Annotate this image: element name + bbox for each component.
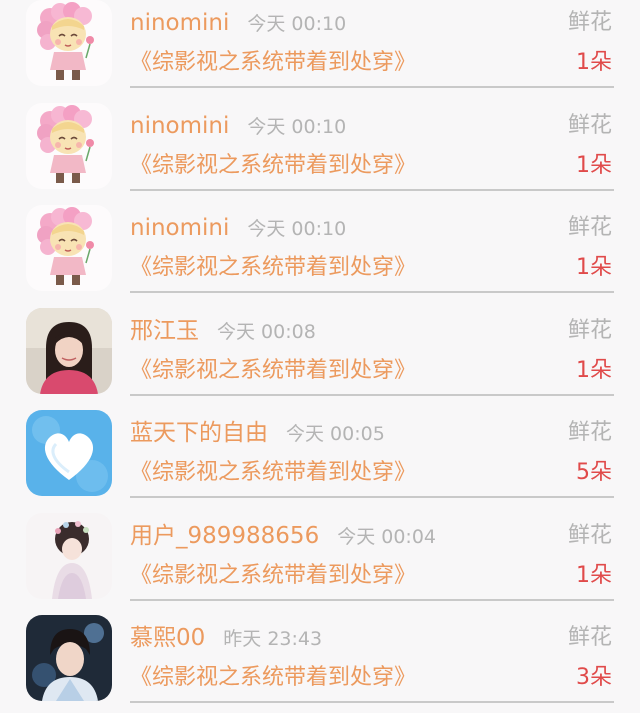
timestamp: 今天 00:04: [337, 526, 436, 548]
row-divider: [130, 701, 614, 703]
gift-count: 1朵: [576, 255, 612, 280]
username-line: 慕熙00 昨天 23:43: [130, 623, 322, 654]
gift-count: 1朵: [576, 50, 612, 75]
gift-record-row[interactable]: 邢江玉 今天 00:08 鲜花《综影视之系统带着到处穿》 1朵: [0, 308, 640, 411]
username[interactable]: ninomini: [130, 113, 229, 139]
gift-type-label: 鲜花: [567, 625, 612, 650]
username[interactable]: ninomini: [130, 10, 229, 36]
cartoon-girl-avatar[interactable]: [26, 205, 112, 291]
username-line: ninomini 今天 00:10: [130, 213, 346, 244]
cartoon-girl-avatar[interactable]: [26, 0, 112, 86]
timestamp: 昨天 23:43: [223, 628, 323, 650]
username-line: ninomini 今天 00:10: [130, 8, 346, 39]
cartoon-girl-avatar[interactable]: [26, 103, 112, 189]
gift-count: 1朵: [576, 358, 612, 383]
username-line: ninomini 今天 00:10: [130, 111, 346, 142]
row-divider: [130, 496, 614, 498]
book-title[interactable]: 《综影视之系统带着到处穿》: [130, 561, 416, 591]
book-title[interactable]: 《综影视之系统带着到处穿》: [130, 663, 416, 693]
book-title[interactable]: 《综影视之系统带着到处穿》: [130, 253, 416, 283]
book-title[interactable]: 《综影视之系统带着到处穿》: [130, 151, 416, 181]
timestamp: 今天 00:08: [217, 321, 316, 343]
username[interactable]: ninomini: [130, 215, 229, 241]
row-divider: [130, 189, 614, 191]
illustrated-girl-avatar[interactable]: [26, 513, 112, 599]
gift-type-label: 鲜花: [567, 10, 612, 35]
gift-count: 1朵: [576, 153, 612, 178]
username-line: 用户_989988656 今天 00:04: [130, 521, 436, 552]
row-divider: [130, 394, 614, 396]
row-divider: [130, 291, 614, 293]
gift-type-label: 鲜花: [567, 420, 612, 445]
timestamp: 今天 00:10: [247, 218, 347, 240]
book-title[interactable]: 《综影视之系统带着到处穿》: [130, 48, 416, 78]
gift-count: 5朵: [576, 460, 612, 485]
username[interactable]: 蓝天下的自由: [130, 420, 268, 446]
row-divider: [130, 86, 614, 88]
book-title[interactable]: 《综影视之系统带着到处穿》: [130, 356, 416, 386]
gift-count: 1朵: [576, 563, 612, 588]
row-divider: [130, 599, 614, 601]
gift-type-label: 鲜花: [567, 318, 612, 343]
username-line: 邢江玉 今天 00:08: [130, 316, 316, 347]
gift-record-row[interactable]: 蓝天下的自由 今天 00:05 鲜花《综影视之系统带着到处穿》 5朵: [0, 410, 640, 513]
timestamp: 今天 00:10: [247, 116, 347, 138]
username[interactable]: 邢江玉: [130, 318, 199, 344]
gift-count: 3朵: [576, 665, 612, 690]
gift-type-label: 鲜花: [567, 113, 612, 138]
photo-boy-avatar[interactable]: [26, 615, 112, 701]
gift-record-row[interactable]: ninomini 今天 00:10 鲜花《综影视之系统带着到处穿》 1朵: [0, 205, 640, 308]
username[interactable]: 慕熙00: [130, 625, 205, 651]
gift-type-label: 鲜花: [567, 215, 612, 240]
gift-record-list: ninomini 今天 00:10 鲜花 《综影视之系统带着到处穿》 1朵 ninomi…: [0, 0, 640, 713]
username[interactable]: 用户_989988656: [130, 523, 319, 549]
gift-record-row[interactable]: ninomini 今天 00:10 鲜花《综影视之系统带着到处穿》 1朵: [0, 103, 640, 206]
timestamp: 今天 00:05: [286, 423, 385, 445]
photo-girl-avatar[interactable]: [26, 308, 112, 394]
gift-record-row[interactable]: 用户_989988656 今天 00:04 鲜花《综影视之系统带着到处穿》 1朵: [0, 513, 640, 616]
username-line: 蓝天下的自由 今天 00:05: [130, 418, 385, 449]
book-title[interactable]: 《综影视之系统带着到处穿》: [130, 458, 416, 488]
heart-cloud-avatar[interactable]: [26, 410, 112, 496]
timestamp: 今天 00:10: [247, 13, 347, 35]
gift-record-row[interactable]: ninomini 今天 00:10 鲜花《综影视之系统带着到处穿》 1朵: [0, 0, 640, 103]
gift-type-label: 鲜花: [567, 523, 612, 548]
gift-record-row[interactable]: 慕熙00 昨天 23:43 鲜花《综影视之系统带着到处穿》 3朵: [0, 615, 640, 713]
